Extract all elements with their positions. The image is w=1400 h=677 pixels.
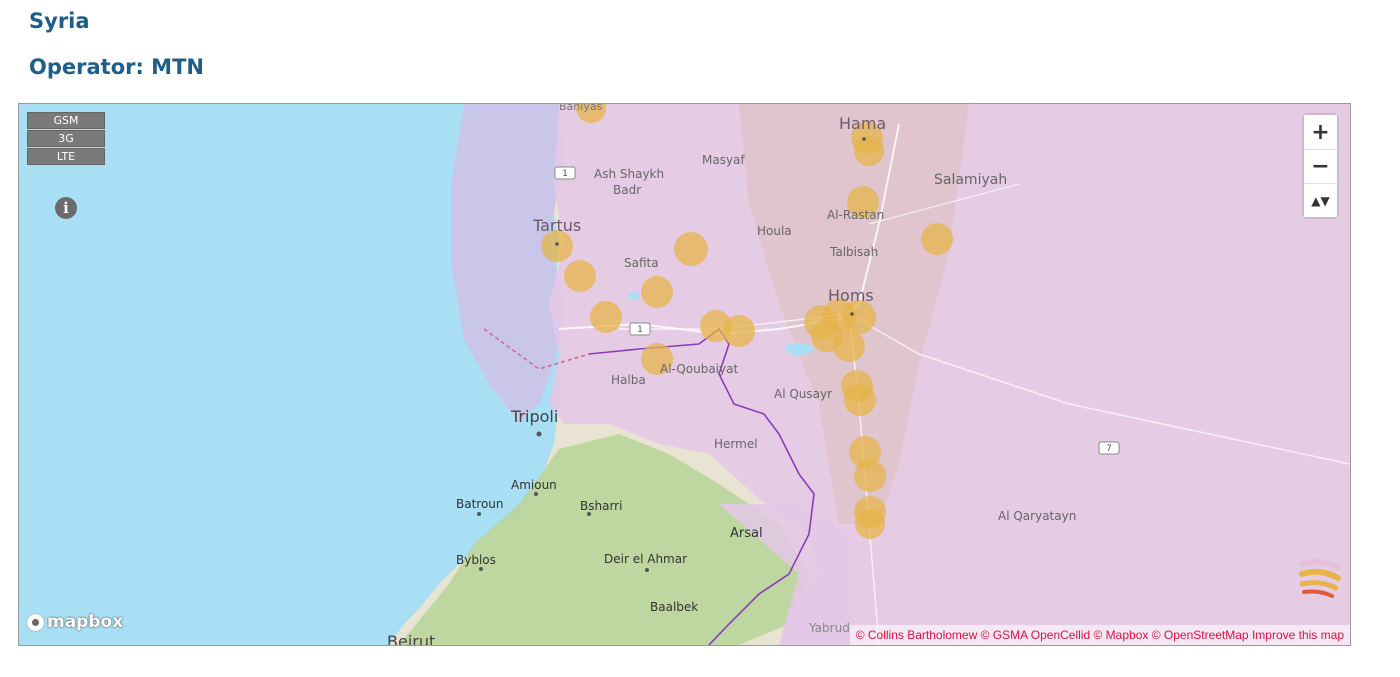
city-dot: [477, 512, 481, 516]
place-label: Safita: [624, 256, 659, 270]
place-label: Deir el Ahmar: [604, 552, 688, 566]
attrib-gsma[interactable]: © GSMA OpenCellid: [981, 628, 1091, 642]
mapbox-logo-text: mapbox: [47, 612, 124, 632]
city-dot: [479, 567, 483, 571]
place-label: Bsharri: [580, 499, 623, 513]
zoom-in-button[interactable]: +: [1304, 115, 1337, 149]
city-dot: [862, 137, 866, 141]
compass-button[interactable]: ▲▼: [1304, 183, 1337, 217]
place-label: Tartus: [533, 216, 582, 235]
road-shield-label: 7: [1106, 444, 1112, 454]
opencellid-logo: [1299, 558, 1341, 598]
road-shield-7: 7: [1098, 441, 1120, 455]
attrib-collins[interactable]: © Collins Bartholomew: [856, 628, 978, 642]
place-label: Al Qusayr: [774, 387, 833, 401]
place-label: Beirut: [387, 632, 436, 646]
place-label: Salamiyah: [934, 172, 1008, 188]
place-label: Baniyas: [559, 103, 603, 113]
place-label: Houla: [757, 224, 792, 238]
cell-circle: [590, 301, 622, 333]
attribution: © Collins Bartholomew © GSMA OpenCellid …: [849, 625, 1350, 645]
improve-map-link[interactable]: Improve this map: [1252, 628, 1344, 642]
place-label: Batroun: [456, 497, 504, 511]
city-dot: [555, 242, 559, 246]
cell-circle: [921, 223, 953, 255]
cell-circle: [855, 509, 885, 539]
place-label: Homs: [828, 286, 874, 305]
place-label: Al Qaryatayn: [998, 509, 1077, 523]
place-label: Baalbek: [650, 600, 699, 614]
attrib-osm[interactable]: © OpenStreetMap: [1152, 628, 1249, 642]
gsm-button[interactable]: GSM: [27, 112, 105, 129]
mapbox-icon: [27, 613, 44, 631]
road-shield-label: 1: [562, 169, 568, 179]
place-label: Tripoli: [511, 407, 559, 426]
cell-circle: [833, 330, 865, 362]
lte-button[interactable]: LTE: [27, 148, 105, 165]
place-label: Al-Qoubaiyat: [660, 362, 739, 376]
road-shield-1b: 1: [629, 322, 651, 336]
technology-switcher: GSM 3G LTE: [27, 112, 105, 166]
place-label: Ash Shaykh: [594, 167, 665, 181]
operator-title: Operator: MTN: [29, 55, 204, 79]
place-label: Al-Rastan: [827, 208, 885, 222]
cell-circle: [844, 384, 876, 416]
city-dot: [534, 492, 538, 496]
city-dot: [850, 312, 854, 316]
cell-circle: [641, 276, 673, 308]
road-shield-1a: 1: [554, 166, 576, 180]
cell-circle: [723, 315, 755, 347]
lake-homs: [785, 343, 813, 355]
city-dot: [645, 568, 649, 572]
attrib-mapbox[interactable]: © Mapbox: [1094, 628, 1149, 642]
place-label: Byblos: [456, 553, 496, 567]
place-label: Badr: [613, 183, 642, 197]
info-icon[interactable]: i: [55, 197, 77, 219]
cell-circle: [854, 136, 884, 166]
place-label: Hermel: [714, 437, 758, 451]
country-title: Syria: [29, 9, 90, 33]
road-shield-label: 1: [637, 325, 643, 335]
zoom-controls: + − ▲▼: [1304, 115, 1337, 217]
cell-circle: [842, 300, 876, 334]
city-dot: [536, 431, 542, 437]
mapbox-logo[interactable]: mapbox: [27, 612, 123, 632]
zoom-out-button[interactable]: −: [1304, 149, 1337, 183]
place-label: Talbisah: [830, 245, 879, 259]
3g-button[interactable]: 3G: [27, 130, 105, 147]
place-label: Amioun: [511, 478, 557, 492]
cell-circle: [564, 260, 596, 292]
place-label: Masyaf: [702, 153, 745, 167]
cell-circle: [854, 460, 886, 492]
place-label: Yabrud: [809, 621, 850, 635]
place-label: Arsal: [730, 526, 763, 541]
offshore-coverage: [451, 104, 564, 422]
place-label: Hama: [839, 114, 887, 133]
place-label: Halba: [611, 373, 646, 387]
coverage-map[interactable]: 1 1 7 Baniyas Hama Masyaf Ash Shaykh Bad…: [18, 103, 1351, 646]
cell-circle: [674, 232, 708, 266]
lake-small: [628, 292, 640, 300]
